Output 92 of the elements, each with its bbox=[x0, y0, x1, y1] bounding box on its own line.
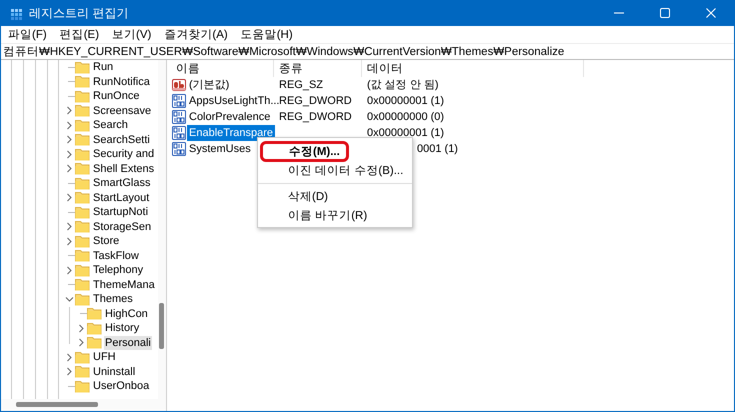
tree-item[interactable]: StartLayout bbox=[92, 190, 150, 205]
horizontal-scrollbar[interactable] bbox=[1, 399, 166, 411]
value-type: REG_SZ bbox=[279, 79, 324, 91]
tree-item[interactable]: RunNotifica bbox=[92, 74, 151, 89]
tree-item[interactable]: SearchSetti bbox=[92, 132, 151, 147]
folder-icon bbox=[75, 176, 90, 191]
folder-icon bbox=[75, 161, 90, 176]
value-data: 0x00000001 (1) bbox=[367, 95, 444, 107]
chevron-right-icon[interactable] bbox=[64, 222, 74, 232]
tree-item[interactable]: Security and bbox=[92, 147, 156, 162]
binary-value-icon bbox=[172, 142, 186, 156]
tree-item[interactable]: RunOnce bbox=[92, 89, 140, 104]
tree-item[interactable]: Screensave bbox=[92, 104, 152, 118]
tree-item[interactable]: HighCon bbox=[104, 306, 149, 321]
vertical-scrollbar[interactable] bbox=[158, 60, 166, 399]
window-title: 레지스트리 편집기 bbox=[29, 4, 128, 22]
value-data: 0001 (1) bbox=[417, 142, 458, 157]
tree-item[interactable]: Telephony bbox=[92, 263, 144, 278]
value-type: REG_DWORD bbox=[279, 111, 352, 123]
chevron-right-icon[interactable] bbox=[76, 338, 86, 348]
menu-item[interactable]: 도움말(H) bbox=[236, 26, 298, 42]
folder-icon bbox=[75, 364, 90, 380]
tree-item[interactable]: Search bbox=[92, 118, 129, 132]
menu-item[interactable]: 편집(E) bbox=[54, 26, 104, 42]
chevron-right-icon[interactable] bbox=[64, 106, 74, 116]
chevron-right-icon[interactable] bbox=[76, 324, 86, 333]
folder-icon bbox=[75, 277, 90, 292]
folder-icon bbox=[75, 103, 90, 118]
folder-icon bbox=[87, 335, 102, 350]
folder-icon bbox=[75, 248, 90, 264]
value-data: 0x00000000 (0) bbox=[367, 111, 444, 123]
value-name[interactable]: ColorPrevalence bbox=[187, 109, 272, 125]
value-data: 0x00000001 (1) bbox=[367, 127, 444, 139]
tree-item[interactable]: StorageSen bbox=[92, 220, 152, 234]
menu-item[interactable]: 보기(V) bbox=[107, 26, 156, 42]
chevron-right-icon[interactable] bbox=[64, 135, 74, 144]
tree-item[interactable]: UserOnboa bbox=[92, 379, 150, 394]
folder-icon bbox=[75, 88, 90, 104]
menu-item[interactable]: 이름 바꾸기(R) bbox=[258, 206, 412, 225]
chevron-right-icon[interactable] bbox=[64, 352, 74, 362]
folder-icon bbox=[75, 378, 90, 394]
value-data: (값 설정 안 됨) bbox=[367, 79, 438, 91]
tree-item[interactable]: StartupNoti bbox=[92, 205, 150, 220]
tree-item[interactable]: History bbox=[104, 321, 140, 336]
folder-icon bbox=[75, 204, 90, 220]
chevron-right-icon[interactable] bbox=[64, 164, 74, 174]
tree-item[interactable]: Shell Extens bbox=[92, 162, 156, 176]
close-icon bbox=[706, 8, 716, 18]
menu-item[interactable]: 파일(F) bbox=[3, 26, 52, 42]
folder-icon bbox=[75, 190, 90, 206]
tree-item[interactable]: Personali bbox=[104, 336, 152, 350]
tree-item[interactable]: TaskFlow bbox=[92, 248, 140, 263]
folder-icon bbox=[75, 219, 90, 234]
chevron-down-icon[interactable] bbox=[64, 294, 74, 304]
chevron-right-icon[interactable] bbox=[64, 120, 74, 130]
text-value-icon bbox=[172, 78, 186, 92]
folder-icon bbox=[75, 234, 90, 249]
binary-value-icon bbox=[172, 94, 186, 108]
folder-icon bbox=[87, 320, 102, 336]
value-name[interactable]: AppsUseLightTh... bbox=[187, 93, 282, 109]
folder-icon bbox=[75, 146, 90, 162]
folder-icon bbox=[75, 292, 90, 307]
tree-item[interactable]: Run bbox=[92, 60, 114, 74]
folder-icon bbox=[87, 306, 102, 322]
highlighted-menu-item[interactable]: 수정(M)... bbox=[260, 141, 349, 162]
value-name[interactable]: SystemUses bbox=[187, 141, 253, 157]
tree-item[interactable]: SmartGlass bbox=[92, 176, 152, 190]
folder-icon bbox=[75, 262, 90, 278]
chevron-right-icon[interactable] bbox=[64, 193, 74, 202]
folder-icon bbox=[75, 74, 90, 90]
chevron-right-icon[interactable] bbox=[64, 367, 74, 376]
menu-item[interactable]: 즐겨찾기(A) bbox=[159, 26, 233, 42]
maximize-icon bbox=[660, 8, 670, 18]
chevron-right-icon[interactable] bbox=[64, 236, 74, 246]
tree-item[interactable]: Uninstall bbox=[92, 364, 136, 379]
binary-value-icon bbox=[172, 126, 186, 140]
tree-item[interactable]: UFH bbox=[92, 350, 117, 364]
folder-icon bbox=[75, 60, 90, 75]
binary-value-icon bbox=[172, 110, 186, 124]
folder-icon bbox=[75, 350, 90, 365]
tree-item[interactable]: Store bbox=[92, 234, 120, 248]
value-name[interactable]: (기본값) bbox=[187, 77, 232, 93]
folder-icon bbox=[75, 132, 90, 148]
value-name[interactable]: EnableTranspare bbox=[187, 125, 275, 141]
tree-item[interactable]: Themes bbox=[92, 292, 134, 306]
menu-item[interactable]: 이진 데이터 수정(B)... bbox=[258, 161, 412, 180]
value-type: REG_DWORD bbox=[279, 95, 352, 107]
tree-item[interactable]: ThemeMana bbox=[92, 278, 156, 292]
chevron-right-icon[interactable] bbox=[64, 266, 74, 275]
folder-icon bbox=[75, 118, 90, 133]
chevron-right-icon[interactable] bbox=[64, 150, 74, 159]
menu-item[interactable]: 삭제(D) bbox=[258, 187, 412, 206]
